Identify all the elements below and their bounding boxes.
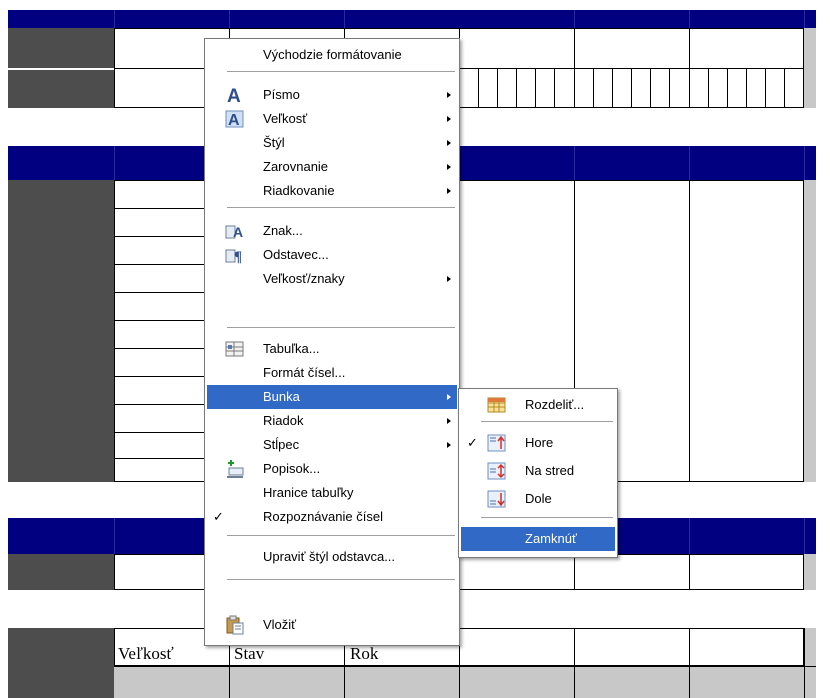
submenu-arrow-icon: [447, 394, 451, 400]
menu-item-label: Upraviť štýl odstavca...: [263, 549, 396, 564]
menu-item-size-characters[interactable]: Veľkosť/znaky: [207, 267, 457, 291]
menu-item-number-recognition[interactable]: ✓ Rozpoznávanie čísel: [207, 505, 457, 529]
menu-item-font[interactable]: A Písmo: [207, 83, 457, 107]
submenu-item-label: Zamknúť: [525, 531, 577, 546]
submenu-item-split[interactable]: Rozdeliť...: [461, 393, 615, 417]
align-bottom-icon: [487, 489, 507, 509]
menu-item-caption[interactable]: Popisok...: [207, 457, 457, 481]
submenu-item-bottom[interactable]: Dole: [461, 487, 615, 511]
menu-item-font-size[interactable]: A Veľkosť: [207, 107, 457, 131]
submenu-item-top[interactable]: ✓ Hore: [461, 431, 615, 455]
menu-separator: [481, 421, 613, 422]
table2-row-heading: [8, 180, 114, 482]
menu-item-style[interactable]: Štýl: [207, 131, 457, 155]
table1-row-heading: [8, 28, 114, 68]
table1-header-band: [8, 10, 816, 28]
menu-item-label: Veľkosť: [263, 111, 308, 126]
checkmark-icon: ✓: [213, 509, 224, 524]
submenu-arrow-icon: [447, 188, 451, 194]
font-a-icon: A: [225, 85, 245, 107]
menu-separator: [227, 579, 455, 580]
submenu-arrow-icon: [447, 140, 451, 146]
table3-row-heading: [8, 554, 114, 590]
table4-data-row: [114, 666, 816, 698]
submenu-arrow-icon: [447, 92, 451, 98]
context-menu: Východzie formátovanie A Písmo A Veľkosť…: [204, 38, 460, 646]
menu-item-character[interactable]: A Znak...: [207, 219, 457, 243]
column-header-year: Rok: [350, 644, 379, 663]
submenu-arrow-icon: [447, 116, 451, 122]
table1-row-heading: [8, 70, 114, 108]
menu-item-label: Písmo: [263, 87, 300, 102]
submenu-arrow-icon: [447, 418, 451, 424]
menu-item-label: Znak...: [263, 223, 303, 238]
menu-item-label: Rozpoznávanie čísel: [263, 509, 383, 524]
menu-item-label: Tabuľka...: [263, 341, 320, 356]
menu-separator: [227, 207, 455, 208]
menu-item-row[interactable]: Riadok: [207, 409, 457, 433]
submenu-item-label: Hore: [525, 435, 554, 450]
svg-text:A: A: [228, 112, 240, 129]
align-center-icon: [487, 461, 507, 481]
submenu-arrow-icon: [447, 276, 451, 282]
menu-item-default-formatting[interactable]: Východzie formátovanie: [207, 43, 457, 67]
column-header-size: Veľkosť: [118, 644, 174, 663]
table1-right-column: [804, 28, 816, 108]
table4-right-column: [804, 628, 816, 666]
menu-item-label: Riadkovanie: [263, 183, 335, 198]
menu-item-column[interactable]: Stĺpec: [207, 433, 457, 457]
submenu-item-label: Na stred: [525, 463, 575, 478]
table3-right-column: [804, 554, 816, 590]
submenu-item-label: Rozdeliť...: [525, 397, 585, 412]
svg-text:A: A: [227, 86, 241, 105]
cell-submenu: Rozdeliť... ✓ Hore Na stred Dole Zamknúť: [458, 388, 618, 558]
menu-item-label: Východzie formátovanie: [263, 47, 402, 62]
submenu-item-lock[interactable]: Zamknúť: [461, 527, 615, 551]
menu-item-line-spacing[interactable]: Riadkovanie: [207, 179, 457, 203]
menu-separator: [227, 327, 455, 328]
caption-icon: [225, 459, 245, 479]
column-header-status: Stav: [234, 644, 265, 663]
menu-item-label: Odstavec...: [263, 247, 329, 262]
menu-separator: [227, 535, 455, 536]
svg-text:A: A: [233, 224, 243, 240]
menu-item-label: Veľkosť/znaky: [263, 271, 345, 286]
split-cells-icon: [487, 395, 507, 415]
menu-item-label: Hranice tabuľky: [263, 485, 354, 500]
align-top-icon: [487, 433, 507, 453]
checkmark-icon: ✓: [467, 435, 478, 450]
font-size-a-icon: A: [225, 109, 245, 129]
menu-item-label: Zarovnanie: [263, 159, 329, 174]
paragraph-icon: ¶: [225, 245, 245, 265]
menu-item-table[interactable]: Tabuľka...: [207, 337, 457, 361]
menu-item-paragraph[interactable]: ¶ Odstavec...: [207, 243, 457, 267]
menu-item-label: Riadok: [263, 413, 304, 428]
character-icon: A: [225, 221, 245, 241]
svg-text:¶: ¶: [234, 249, 242, 265]
menu-separator: [227, 71, 455, 72]
menu-item-paste[interactable]: Vložiť: [207, 613, 457, 637]
menu-separator: [481, 517, 613, 518]
table2-right-column: [804, 180, 816, 482]
menu-item-label: Formát čísel...: [263, 365, 346, 380]
submenu-item-center[interactable]: Na stred: [461, 459, 615, 483]
menu-item-label: Vložiť: [263, 617, 297, 632]
menu-item-label: Stĺpec: [263, 437, 300, 452]
submenu-arrow-icon: [447, 442, 451, 448]
table-properties-icon: [225, 339, 245, 359]
menu-item-table-borders[interactable]: Hranice tabuľky: [207, 481, 457, 505]
submenu-item-label: Dole: [525, 491, 552, 506]
table4-row-heading: [8, 628, 114, 698]
paste-icon: [225, 615, 245, 635]
menu-item-number-format[interactable]: Formát čísel...: [207, 361, 457, 385]
menu-item-label: Popisok...: [263, 461, 321, 476]
submenu-arrow-icon: [447, 164, 451, 170]
menu-item-cell[interactable]: Bunka: [207, 385, 457, 409]
menu-item-alignment[interactable]: Zarovnanie: [207, 155, 457, 179]
menu-item-label: Štýl: [263, 135, 285, 150]
menu-item-edit-paragraph-style[interactable]: Upraviť štýl odstavca...: [207, 545, 457, 569]
menu-item-label: Bunka: [263, 389, 300, 404]
